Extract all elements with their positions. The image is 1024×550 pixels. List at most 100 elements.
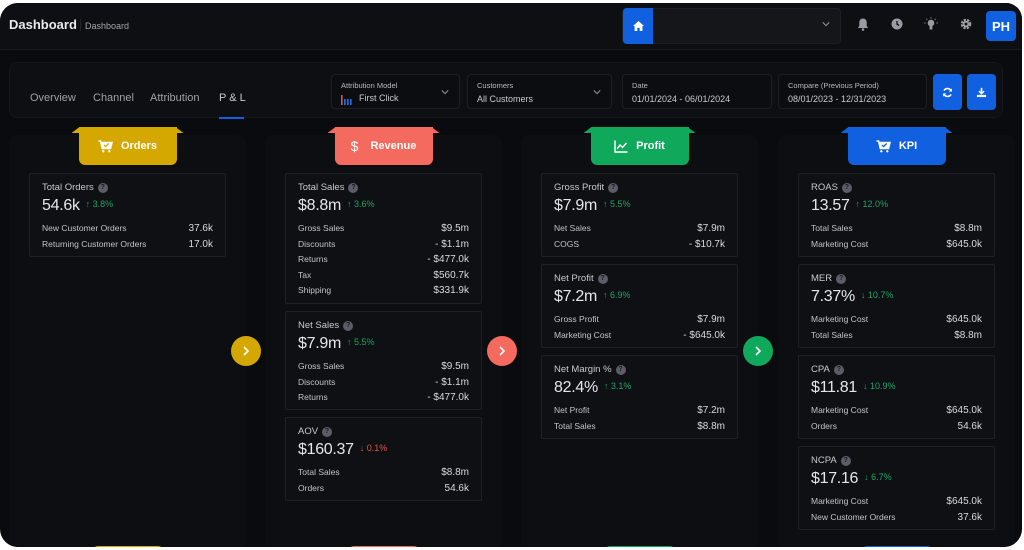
tab-overview[interactable]: Overview xyxy=(30,92,76,104)
metric-row: Shipping $331.9k xyxy=(298,285,469,296)
download-button[interactable] xyxy=(967,74,996,110)
chevron-right-icon xyxy=(755,346,762,356)
kpi-header: KPI xyxy=(840,127,953,165)
chevron-down-icon xyxy=(593,90,601,95)
row-value: $8.8m xyxy=(441,467,469,478)
metric-card-gross-profit: Gross Profit? $7.9m ↑ 5.5% Net Sales $7.9m… xyxy=(541,173,738,257)
metric-card-aov: AOV? $160.37 ↓ 0.1% Total Sales $8.8m Orde… xyxy=(285,417,482,501)
metric-delta: ↑ 5.5% xyxy=(602,199,631,209)
attribution-model-value: First Click xyxy=(359,93,399,103)
metric-row: Marketing Cost $645.0k xyxy=(811,405,982,416)
row-value: - $1.1m xyxy=(435,239,469,250)
row-label: Marketing Cost xyxy=(811,496,869,506)
metric-title: Total Orders xyxy=(42,182,94,193)
compare-range-input[interactable]: Compare (Previous Period) 08/01/2023 - 1… xyxy=(778,74,927,109)
metric-delta: ↑ 3.6% xyxy=(346,199,375,209)
filter-bar: Overview Channel Attribution P & L Attri… xyxy=(9,62,1003,119)
help-icon[interactable]: ? xyxy=(97,182,108,193)
cart-check-icon xyxy=(98,139,113,152)
cart-check-icon xyxy=(876,139,891,152)
tab-channel[interactable]: Channel xyxy=(93,92,134,104)
next-profit-button[interactable] xyxy=(743,336,773,366)
kpi-column: KPI ROAS? 13.57 ↑ 12.0% Total Sales $8.8m … xyxy=(778,127,1015,547)
bell-icon[interactable] xyxy=(856,17,870,31)
help-icon[interactable]: ? xyxy=(836,273,847,284)
metric-card-total-sales: Total Sales? $8.8m ↑ 3.6% Gross Sales $9.5… xyxy=(285,173,482,304)
row-value: $7.9m xyxy=(697,223,725,234)
help-icon[interactable]: ? xyxy=(348,182,359,193)
active-tab-indicator xyxy=(219,117,244,119)
metric-title: MER xyxy=(811,273,833,284)
row-value: 54.6k xyxy=(957,421,982,432)
download-icon xyxy=(976,87,987,97)
kpi-footer-tab[interactable] xyxy=(859,546,934,547)
metric-card-total-orders: Total Orders? 54.6k ↑ 3.8% New Customer O… xyxy=(29,173,226,257)
help-icon[interactable]: ? xyxy=(833,364,844,375)
row-value: 37.6k xyxy=(188,223,213,234)
metric-row: Returns - $477.0k xyxy=(298,392,469,403)
revenue-footer-tab[interactable] xyxy=(346,546,421,547)
metric-row: Discounts - $1.1m xyxy=(298,377,469,388)
metric-row: Returning Customer Orders 17.0k xyxy=(42,239,213,250)
profit-header: Profit xyxy=(583,127,696,165)
metric-title: NCPA xyxy=(811,455,837,466)
refresh-button[interactable] xyxy=(933,74,962,110)
row-value: 54.6k xyxy=(444,483,469,494)
metric-row: Gross Sales $9.5m xyxy=(298,223,469,234)
lightbulb-icon[interactable] xyxy=(924,17,938,31)
breadcrumb[interactable]: Dashboard xyxy=(85,21,129,31)
profit-footer-tab[interactable] xyxy=(602,546,677,547)
store-select[interactable] xyxy=(622,8,841,44)
metric-value: $8.8m xyxy=(298,197,341,214)
customers-select[interactable]: Customers All Customers xyxy=(467,74,612,109)
metric-delta: ↑ 5.5% xyxy=(346,337,375,347)
metric-row: Net Sales $7.9m xyxy=(554,223,725,234)
metric-card-mer: MER? 7.37% ↓ 10.7% Marketing Cost $645.0k … xyxy=(798,264,995,348)
metric-row: Total Sales $8.8m xyxy=(811,223,982,234)
gear-icon[interactable] xyxy=(959,17,973,31)
metric-delta: ↑ 6.9% xyxy=(602,290,631,300)
chevron-down-icon xyxy=(822,22,830,27)
row-label: Total Sales xyxy=(554,421,596,431)
metric-card-net-profit: Net Profit? $7.2m ↑ 6.9% Gross Profit $7.9… xyxy=(541,264,738,348)
clock-icon[interactable] xyxy=(890,17,904,31)
metric-delta: ↓ 0.1% xyxy=(359,443,388,453)
help-icon[interactable]: ? xyxy=(840,455,851,466)
next-revenue-button[interactable] xyxy=(487,336,517,366)
row-label: Total Sales xyxy=(298,467,340,477)
orders-title: Orders xyxy=(120,140,158,152)
row-label: Marketing Cost xyxy=(811,239,869,249)
profit-title: Profit xyxy=(636,140,665,152)
row-label: Gross Sales xyxy=(298,361,345,371)
metric-delta: ↓ 6.7% xyxy=(864,472,892,482)
help-icon[interactable]: ? xyxy=(597,273,608,284)
metric-delta: ↓ 10.9% xyxy=(862,381,896,391)
help-icon[interactable]: ? xyxy=(608,182,619,193)
tab-attribution[interactable]: Attribution xyxy=(150,92,200,104)
help-icon[interactable]: ? xyxy=(615,364,626,375)
attribution-model-label: Attribution Model xyxy=(341,81,398,90)
home-button[interactable] xyxy=(623,8,653,44)
row-value: $8.8m xyxy=(697,421,725,432)
row-label: Marketing Cost xyxy=(811,405,869,415)
avatar[interactable]: PH xyxy=(986,11,1016,41)
orders-footer-tab[interactable] xyxy=(90,546,165,547)
tab-pl[interactable]: P & L xyxy=(219,92,246,104)
row-label: Total Sales xyxy=(811,330,853,340)
row-value: $8.8m xyxy=(954,330,982,341)
row-label: Gross Sales xyxy=(298,223,345,233)
page-title: Dashboard xyxy=(9,17,77,32)
row-label: Discounts xyxy=(298,239,336,249)
help-icon[interactable]: ? xyxy=(322,426,333,437)
row-label: Returning Customer Orders xyxy=(42,239,147,249)
date-range-input[interactable]: Date 01/01/2024 - 06/01/2024 xyxy=(622,74,772,109)
row-value: $9.5m xyxy=(441,361,469,372)
chevron-down-icon xyxy=(441,90,449,95)
row-value: $645.0k xyxy=(946,405,982,416)
help-icon[interactable]: ? xyxy=(841,182,852,193)
help-icon[interactable]: ? xyxy=(343,320,354,331)
attribution-model-select[interactable]: Attribution Model First Click xyxy=(331,74,460,109)
row-value: 37.6k xyxy=(957,512,982,523)
next-orders-button[interactable] xyxy=(231,336,261,366)
metric-title: Net Sales xyxy=(298,320,340,331)
